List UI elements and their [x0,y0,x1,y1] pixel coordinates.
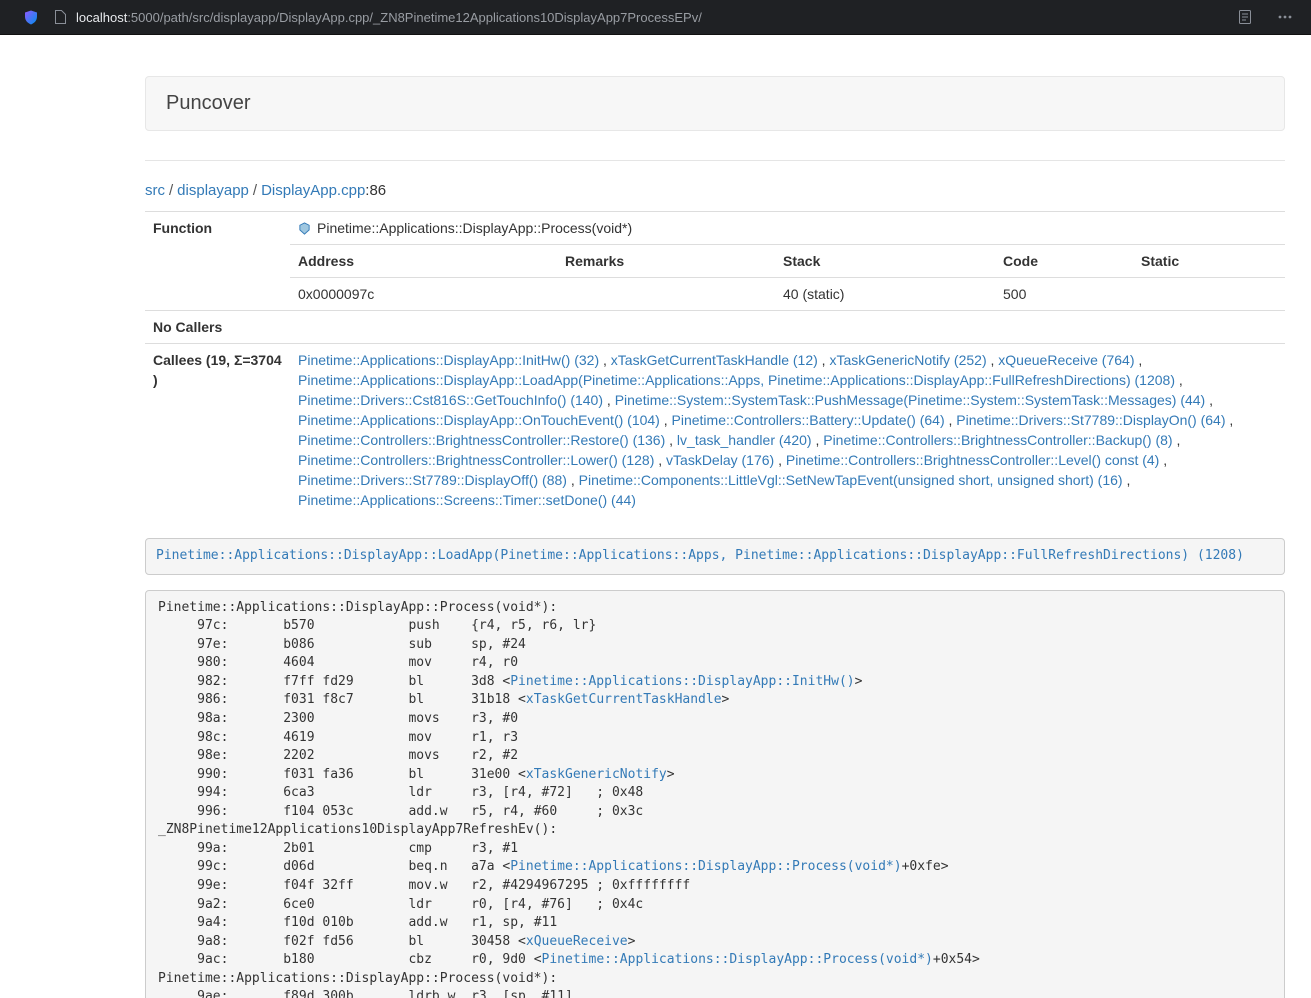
callee-link[interactable]: Pinetime::Controllers::BrightnessControl… [298,452,654,468]
breadcrumb-src-link[interactable]: src [145,182,165,199]
callee-separator: , [1173,432,1181,448]
divider [145,160,1285,161]
callee-link[interactable]: Pinetime::Components::LittleVgl::SetNewT… [579,472,1123,488]
value-remarks [557,278,775,311]
callee-link[interactable]: Pinetime::Applications::DisplayApp::Init… [298,352,599,368]
callee-link[interactable]: Pinetime::Applications::DisplayApp::Load… [298,372,1175,388]
callee-link[interactable]: xTaskGenericNotify (252) [829,352,986,368]
no-callers-label: No Callers [145,311,290,344]
callee-link[interactable]: vTaskDelay (176) [666,452,774,468]
function-label: Function [145,212,290,311]
callee-link[interactable]: Pinetime::Applications::DisplayApp::OnTo… [298,412,660,428]
callee-link[interactable]: Pinetime::Drivers::St7789::DisplayOff() … [298,472,567,488]
column-static: Static [1133,245,1285,278]
callee-separator: , [812,432,824,448]
stats-header-row: Address Remarks Stack Code Static [290,245,1285,278]
callee-link[interactable]: Pinetime::Controllers::Battery::Update()… [672,412,945,428]
url-path: :5000/path/src/displayapp/DisplayApp.cpp… [127,10,702,25]
breadcrumb-displayapp-link[interactable]: displayapp [177,182,249,199]
callee-separator: , [599,352,611,368]
callee-link[interactable]: Pinetime::Applications::Screens::Timer::… [298,492,636,508]
function-icon [298,222,311,235]
function-table: Function Pinetime::Applications::Display… [145,211,1285,516]
callee-link[interactable]: Pinetime::Drivers::Cst816S::GetTouchInfo… [298,392,603,408]
callee-link[interactable]: xTaskGetCurrentTaskHandle (12) [611,352,818,368]
callee-link[interactable]: xQueueReceive (764) [998,352,1134,368]
app-title: Puncover [166,92,251,115]
disassembly-box: Pinetime::Applications::DisplayApp::Proc… [145,590,1285,998]
callee-separator: , [654,452,666,468]
value-static [1133,278,1285,311]
callee-link[interactable]: Pinetime::Drivers::St7789::DisplayOn() (… [956,412,1225,428]
value-stack: 40 (static) [775,278,995,311]
function-name-row: Pinetime::Applications::DisplayApp::Proc… [290,212,1285,244]
topbar-actions [1237,9,1299,25]
column-remarks: Remarks [557,245,775,278]
breadcrumb-separator: / [169,182,173,199]
reader-view-icon[interactable] [1237,9,1253,25]
callee-separator: , [665,432,677,448]
callee-separator: , [1134,352,1142,368]
callee-separator: , [1159,452,1167,468]
callee-link[interactable]: Pinetime::System::SystemTask::PushMessag… [615,392,1206,408]
url-bar[interactable]: localhost:5000/path/src/displayapp/Displ… [76,10,1237,25]
callee-separator: , [660,412,672,428]
column-address: Address [290,245,557,278]
page-container: Puncover src/displayapp/DisplayApp.cpp:8… [145,76,1285,998]
callee-link[interactable]: Pinetime::Controllers::BrightnessControl… [298,432,665,448]
column-stack: Stack [775,245,995,278]
callee-separator: , [1175,372,1183,388]
stats-value-row: 0x0000097c 40 (static) 500 [290,278,1285,311]
callee-separator: , [1205,392,1213,408]
callees-list: Pinetime::Applications::DisplayApp::Init… [290,344,1285,516]
callees-label: Callees (19, Σ=3704 ) [145,344,290,517]
shield-icon[interactable] [23,9,39,26]
callee-separator: , [603,392,615,408]
highlighted-symbol-box: Pinetime::Applications::DisplayApp::Load… [145,538,1285,575]
callee-link[interactable]: Pinetime::Controllers::BrightnessControl… [786,452,1159,468]
breadcrumb-separator: / [253,182,257,199]
breadcrumb: src/displayapp/DisplayApp.cpp:86 [145,182,1285,199]
breadcrumb-line-number: :86 [365,182,386,199]
callee-separator: , [567,472,579,488]
asm-symbol-link[interactable]: xQueueReceive [526,934,628,949]
no-callers-row: No Callers [145,311,1285,344]
browser-topbar: localhost:5000/path/src/displayapp/Displ… [0,0,1311,35]
callee-link[interactable]: Pinetime::Controllers::BrightnessControl… [823,432,1172,448]
callee-separator: , [774,452,786,468]
callee-link[interactable]: lv_task_handler (420) [677,432,812,448]
function-name: Pinetime::Applications::DisplayApp::Proc… [317,218,632,238]
column-code: Code [995,245,1133,278]
callee-separator: , [1123,472,1131,488]
breadcrumb-file-link[interactable]: DisplayApp.cpp [261,182,365,199]
value-code: 500 [995,278,1133,311]
url-host: localhost [76,10,127,25]
asm-symbol-link[interactable]: xTaskGetCurrentTaskHandle [526,692,722,707]
callee-separator: , [818,352,830,368]
no-callers-value [290,311,1285,323]
asm-symbol-link[interactable]: xTaskGenericNotify [526,767,667,782]
function-row: Function Pinetime::Applications::Display… [145,212,1285,311]
function-stats-table: Address Remarks Stack Code Static 0x0000… [290,244,1285,310]
callee-separator: , [987,352,999,368]
page-icon[interactable] [54,10,66,24]
asm-symbol-link[interactable]: Pinetime::Applications::DisplayApp::Proc… [510,859,901,874]
callees-row: Callees (19, Σ=3704 ) Pinetime::Applicat… [145,344,1285,517]
overflow-menu-icon[interactable] [1277,9,1293,25]
asm-symbol-link[interactable]: Pinetime::Applications::DisplayApp::Init… [510,674,854,689]
app-header: Puncover [145,76,1285,131]
callee-separator: , [1226,412,1234,428]
value-address: 0x0000097c [290,278,557,311]
asm-symbol-link[interactable]: Pinetime::Applications::DisplayApp::Proc… [542,952,933,967]
callee-separator: , [945,412,957,428]
highlighted-symbol-link[interactable]: Pinetime::Applications::DisplayApp::Load… [156,548,1244,563]
